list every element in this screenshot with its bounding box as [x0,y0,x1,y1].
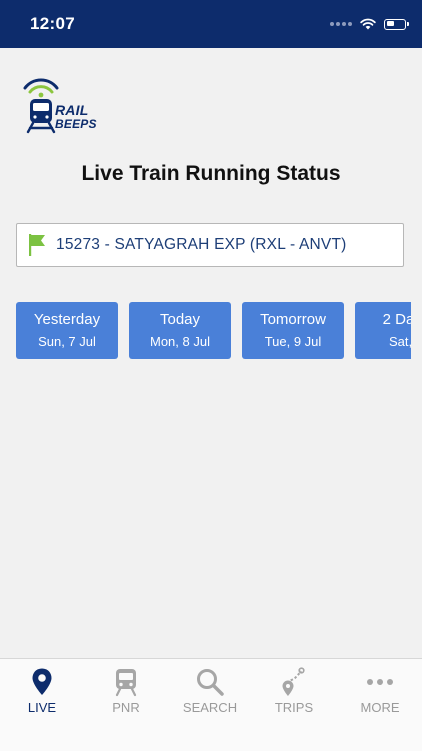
flag-icon [29,234,45,256]
tab-trips[interactable]: TRIPS [252,667,336,715]
tab-live[interactable]: LIVE [0,667,84,715]
tab-more[interactable]: MORE [338,667,422,715]
date-button-label: Yesterday [33,311,101,328]
more-icon [367,679,393,685]
date-button-today[interactable]: Today Mon, 8 Jul [129,302,231,359]
status-icons [330,16,409,32]
search-icon [197,669,224,696]
tab-search[interactable]: SEARCH [168,667,252,715]
logo-text-beeps: BEEPS [55,117,97,131]
tab-label: MORE [360,700,400,715]
status-time: 12:07 [30,14,75,33]
date-selector[interactable]: Yesterday Sun, 7 Jul Today Mon, 8 Jul To… [16,302,411,360]
date-button-date: Sun, 7 Jul [38,334,96,349]
date-button-label: 2 Days [382,311,411,328]
date-button-yesterday[interactable]: Yesterday Sun, 7 Jul [16,302,118,359]
date-button-label: Tomorrow [260,311,326,328]
date-button-date: Tue, 9 Jul [264,334,322,349]
tab-label: TRIPS [274,700,314,715]
status-bar: 12:07 [0,0,422,48]
tab-label: SEARCH [182,700,238,715]
tab-pnr[interactable]: PNR [84,667,168,715]
date-button-date: Sat, 6 [389,334,411,349]
bottom-tab-bar: LIVE PNR SEARCH TRIPS MORE [0,658,422,751]
date-button-date: Mon, 8 Jul [150,334,210,349]
logo-text: RAIL BEEPS [55,103,97,131]
date-button-tomorrow[interactable]: Tomorrow Tue, 9 Jul [242,302,344,359]
logo-text-rail: RAIL [55,102,89,118]
signal-dots-icon [330,22,352,26]
wifi-icon [360,18,376,30]
date-button-label: Today [159,311,201,328]
tab-label: LIVE [27,700,57,715]
route-icon [282,667,305,696]
train-select-field[interactable]: 15273 - SATYAGRAH EXP (RXL - ANVT) [16,223,404,267]
rail-beeps-logo: RAIL BEEPS [22,76,106,136]
train-select-value: 15273 - SATYAGRAH EXP (RXL - ANVT) [56,236,347,253]
location-pin-icon [32,668,52,695]
page-title: Live Train Running Status [81,162,341,185]
battery-icon [384,18,409,30]
date-button-2-days[interactable]: 2 Days Sat, 6 [355,302,411,359]
tab-label: PNR [112,700,140,715]
train-icon [115,669,137,697]
